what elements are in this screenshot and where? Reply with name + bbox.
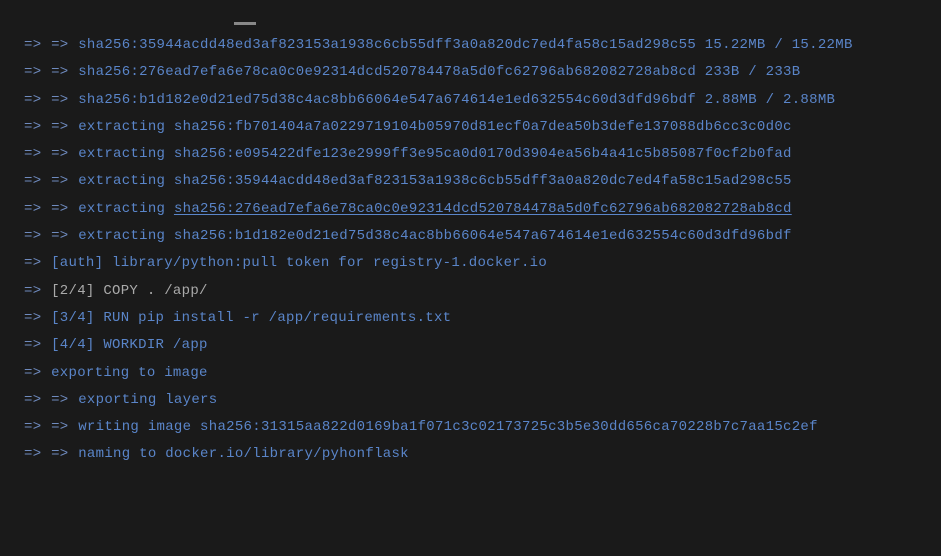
terminal-line: => => extracting sha256:35944acdd48ed3af… [24,168,917,195]
terminal-line: => => extracting sha256:276ead7efa6e78ca… [24,196,917,223]
step-arrow-icon: => [24,37,51,53]
step-arrow-icon: => [51,37,78,53]
terminal-line: => [auth] library/python:pull token for … [24,250,917,277]
terminal-line: => => extracting sha256:b1d182e0d21ed75d… [24,223,917,250]
step-arrow-icon: => [24,146,51,162]
step-arrow-icon: => [51,201,78,217]
log-text: sha256:35944acdd48ed3af823153a1938c6cb55… [78,37,852,53]
terminal-line: => => extracting sha256:fb701404a7a02297… [24,114,917,141]
terminal-line: => [4/4] WORKDIR /app [24,332,917,359]
log-text: extracting sha256:fb701404a7a0229719104b… [78,119,792,135]
titlebar-accent [234,22,256,25]
step-arrow-icon: => [51,446,78,462]
log-text: [2/4] COPY . /app/ [51,283,208,299]
log-text: naming to docker.io/library/pyhonflask [78,446,409,462]
log-text: extracting sha256:b1d182e0d21ed75d38c4ac… [78,228,792,244]
log-text: extracting [78,201,174,217]
log-text: [4/4] WORKDIR /app [51,337,208,353]
log-text: [3/4] RUN pip install -r /app/requiremen… [51,310,451,326]
step-arrow-icon: => [51,392,78,408]
step-arrow-icon: => [24,419,51,435]
terminal-line: => exporting to image [24,360,917,387]
log-text: [auth] library/python:pull token for reg… [51,255,547,271]
terminal-line: => => writing image sha256:31315aa822d01… [24,414,917,441]
step-arrow-icon: => [24,392,51,408]
terminal-line: => [2/4] COPY . /app/ [24,278,917,305]
step-arrow-icon: => [24,283,51,299]
step-arrow-icon: => [51,419,78,435]
step-arrow-icon: => [51,228,78,244]
step-arrow-icon: => [51,146,78,162]
log-text: sha256:b1d182e0d21ed75d38c4ac8bb66064e54… [78,92,835,108]
step-arrow-icon: => [24,310,51,326]
log-text: sha256:276ead7efa6e78ca0c0e92314dcd52078… [174,201,792,217]
step-arrow-icon: => [24,201,51,217]
step-arrow-icon: => [51,92,78,108]
log-text: exporting layers [78,392,217,408]
terminal-output: => => sha256:35944acdd48ed3af823153a1938… [24,32,917,469]
log-text: sha256:276ead7efa6e78ca0c0e92314dcd52078… [78,64,800,80]
step-arrow-icon: => [24,337,51,353]
log-text: extracting sha256:e095422dfe123e2999ff3e… [78,146,792,162]
step-arrow-icon: => [51,119,78,135]
terminal-line: => => sha256:b1d182e0d21ed75d38c4ac8bb66… [24,87,917,114]
step-arrow-icon: => [24,119,51,135]
log-text: writing image sha256:31315aa822d0169ba1f… [78,419,818,435]
step-arrow-icon: => [51,173,78,189]
terminal-line: => => sha256:35944acdd48ed3af823153a1938… [24,32,917,59]
step-arrow-icon: => [24,446,51,462]
step-arrow-icon: => [24,255,51,271]
terminal-line: => => extracting sha256:e095422dfe123e29… [24,141,917,168]
log-text: extracting sha256:35944acdd48ed3af823153… [78,173,792,189]
terminal-line: => => sha256:276ead7efa6e78ca0c0e92314dc… [24,59,917,86]
step-arrow-icon: => [51,64,78,80]
step-arrow-icon: => [24,92,51,108]
log-text: exporting to image [51,365,208,381]
terminal-line: => => naming to docker.io/library/pyhonf… [24,441,917,468]
step-arrow-icon: => [24,365,51,381]
terminal-line: => => exporting layers [24,387,917,414]
step-arrow-icon: => [24,173,51,189]
step-arrow-icon: => [24,64,51,80]
terminal-line: => [3/4] RUN pip install -r /app/require… [24,305,917,332]
step-arrow-icon: => [24,228,51,244]
